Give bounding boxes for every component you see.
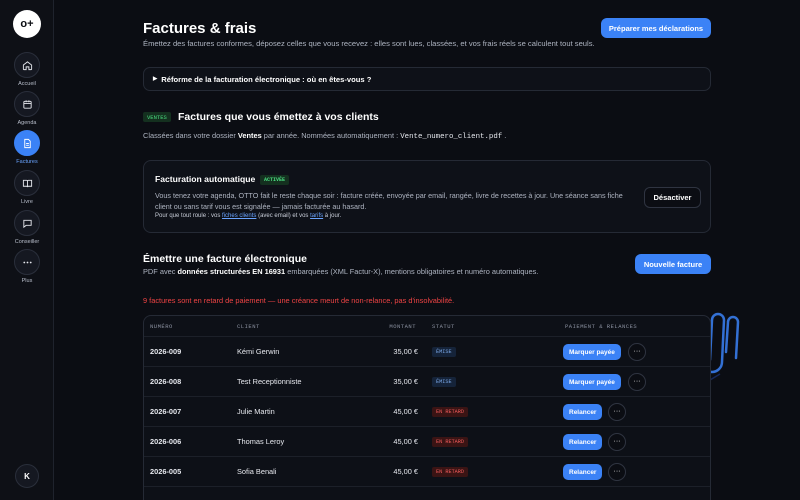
more-options-button[interactable]: ··· [608,463,626,481]
remind-button[interactable]: Relancer [563,434,603,450]
desc-text: par année. Nommées automatiquement : [263,131,399,140]
prepare-declarations-button[interactable]: Préparer mes déclarations [601,18,711,38]
invoice-number: 2026-009 [150,347,182,356]
client-records-link[interactable]: fiches clients [222,213,256,219]
invoice-client: Test Receptionniste [237,377,302,386]
desc-strong: Ventes [237,131,262,140]
table-row: 2026-005 Sofia Benali 45,00 € EN RETARD … [144,456,710,486]
note-text: à jour. [324,213,342,219]
deactivate-button[interactable]: Désactiver [644,187,701,208]
invoice-amount: 35,00 € [393,347,418,356]
note-text: Pour que tout roule : vos [155,213,221,219]
status-badge: EN RETARD [432,467,469,477]
sidebar: o+ Accueil Agenda Factures Livre Conseil… [0,0,54,500]
more-options-button[interactable]: ··· [628,373,646,391]
sidebar-item-livre[interactable]: Livre [0,170,54,205]
invoice-client: Thomas Leroy [237,437,285,446]
page-subtitle: Émettez des factures conformes, déposez … [143,39,595,48]
sidebar-item-accueil[interactable]: Accueil [0,52,54,87]
filename-pattern: Vente_numero_client.pdf [400,133,503,141]
status-badge: EN RETARD [432,437,469,447]
mark-paid-button[interactable]: Marquer payée [563,344,621,360]
auto-billing-title: Facturation automatique [155,174,256,184]
column-header-client: CLIENT [237,323,260,330]
auto-billing-note: Pour que tout roule : vos fiches clients… [155,213,341,219]
table-row: 2026-006 Thomas Leroy 45,00 € EN RETARD … [144,426,710,456]
sidebar-item-label: Conseiller [14,239,40,245]
sidebar-item-label: Plus [21,278,33,284]
emit-invoice-title: Émettre une facture électronique [143,253,307,265]
invoice-amount: 45,00 € [393,467,418,476]
auto-billing-description: Vous tenez votre agenda, OTTO fait le re… [155,191,623,211]
table-row: 2026-009 Kémi Gerwin 35,00 € ÉMISE Marqu… [144,336,710,366]
calendar-icon [14,91,40,117]
avatar[interactable]: K [15,464,39,488]
chat-icon [14,210,40,236]
invoice-client: Julie Martin [237,407,275,416]
sidebar-item-conseiller[interactable]: Conseiller [0,210,54,245]
sidebar-item-factures[interactable]: Factures [0,130,54,165]
invoice-number: 2026-006 [150,437,182,446]
table-row: 2026-008 Test Receptionniste 35,00 € ÉMI… [144,366,710,396]
sidebar-item-label: Factures [16,159,38,165]
mark-paid-button[interactable]: Marquer payée [563,374,621,390]
column-header-amount: MONTANT [389,323,416,330]
invoice-client: Kémi Gerwin [237,347,280,356]
desc-text: PDF avec [143,267,176,276]
table-row: 2026-007 Julie Martin 45,00 € EN RETARD … [144,396,710,426]
invoice-number: 2026-008 [150,377,182,386]
invoice-number: 2026-005 [150,467,182,476]
invoice-amount: 45,00 € [393,437,418,446]
remind-button[interactable]: Relancer [563,404,603,420]
desc-text: . [504,131,507,140]
auto-billing-card: Facturation automatique ACTIVÉE Vous ten… [143,160,711,233]
emit-invoice-description: PDF avec données structurées EN 16931 em… [143,267,538,276]
note-text: (avec email) et vos [258,213,309,219]
ventes-badge: VENTES [143,112,171,122]
app-logo[interactable]: o+ [13,10,41,38]
book-icon [14,170,40,196]
status-badge: ÉMISE [432,347,456,357]
desc-text: Classées dans votre dossier [143,131,236,140]
rates-link[interactable]: tarifs [310,213,323,219]
sidebar-item-label: Livre [21,199,33,205]
column-header-payment: PAIEMENT & RELANCES [565,323,638,330]
invoice-amount: 35,00 € [393,377,418,386]
sidebar-item-label: Accueil [18,81,36,87]
reform-disclosure-label: Réforme de la facturation électronique :… [161,74,372,84]
invoices-table: NUMÉRO CLIENT MONTANT STATUT PAIEMENT & … [143,315,711,500]
sidebar-item-plus[interactable]: Plus [0,249,54,284]
more-options-button[interactable]: ··· [628,343,646,361]
status-badge: ÉMISE [432,377,456,387]
triangle-right-icon: ▶ [153,76,158,82]
issued-invoices-title: Factures que vous émettez à vos clients [178,111,379,123]
invoice-amount: 45,00 € [393,407,418,416]
home-icon [14,52,40,78]
column-header-number: NUMÉRO [150,323,173,330]
page-title: Factures & frais [143,20,257,37]
table-row-partial [144,486,710,500]
sidebar-item-agenda[interactable]: Agenda [0,91,54,126]
more-icon [14,249,40,275]
status-badge: EN RETARD [432,407,469,417]
more-options-button[interactable]: ··· [608,433,626,451]
desc-strong: données structurées EN 16931 [177,267,286,276]
desc-text: embarquées (XML Factur-X), mentions obli… [287,267,539,276]
document-icon [14,130,40,156]
status-badge: ACTIVÉE [260,175,290,185]
invoice-number: 2026-007 [150,407,182,416]
more-options-button[interactable]: ··· [608,403,626,421]
reform-disclosure[interactable]: ▶ Réforme de la facturation électronique… [143,67,711,91]
column-header-status: STATUT [432,323,455,330]
issued-invoices-description: Classées dans votre dossier Ventes par a… [143,131,506,141]
overdue-alert: 9 factures sont en retard de paiement — … [143,296,455,305]
invoice-client: Sofia Benali [237,467,277,476]
new-invoice-button[interactable]: Nouvelle facture [635,254,711,274]
sidebar-item-label: Agenda [17,120,37,126]
remind-button[interactable]: Relancer [563,464,603,480]
